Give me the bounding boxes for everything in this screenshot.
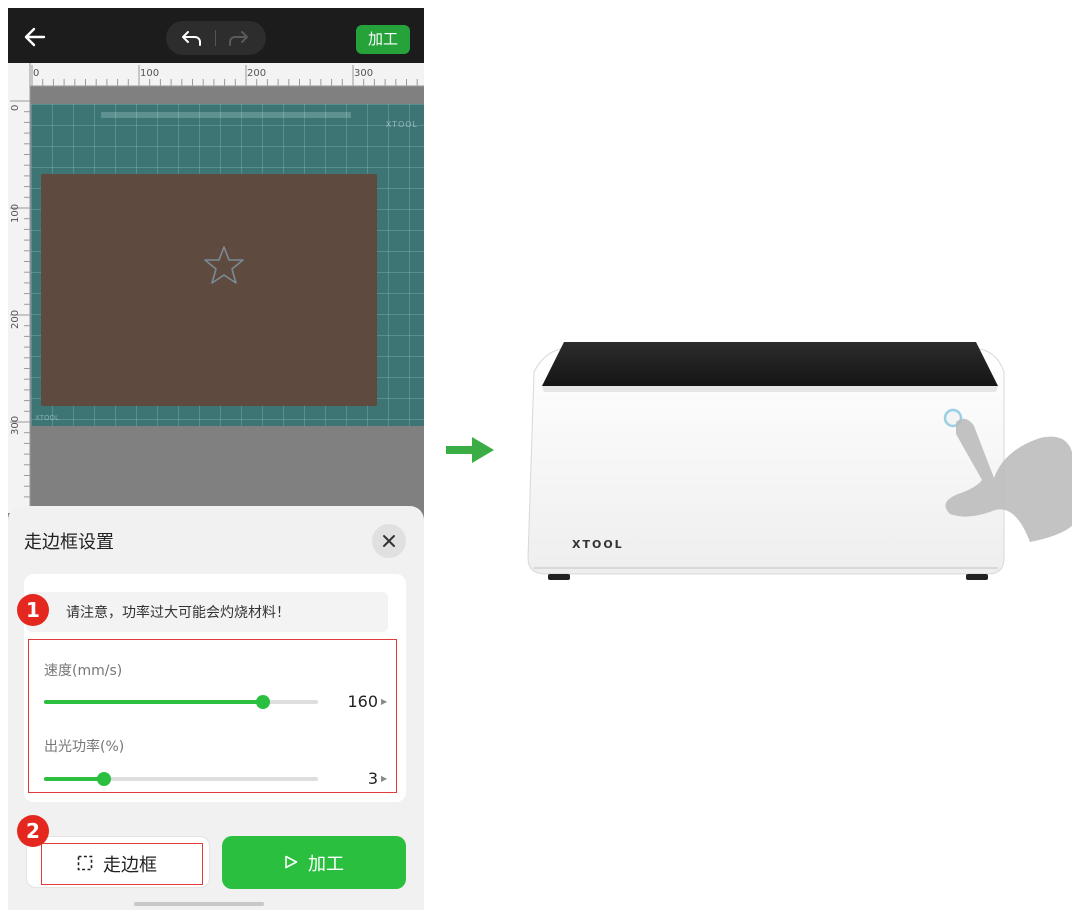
sheet-title: 走边框设置 (24, 532, 114, 553)
home-indicator (134, 902, 264, 906)
redo-button[interactable] (226, 28, 250, 48)
close-button[interactable] (372, 524, 406, 558)
ruler-left-200: 200 (10, 310, 21, 329)
ruler-top-100: 100 (140, 68, 159, 79)
process-button-label: 加工 (308, 854, 344, 875)
ruler-top-200: 200 (247, 68, 266, 79)
close-icon (383, 535, 395, 547)
ruler-top-0: 0 (33, 68, 39, 79)
bed-brand: XTOOL (385, 120, 418, 129)
top-bar: 加工 (8, 8, 424, 63)
process-top-button[interactable]: 加工 (356, 25, 410, 54)
undo-icon (182, 31, 201, 46)
redo-icon (229, 31, 248, 46)
warning-banner: 请注意，功率过大可能会灼烧材料！ (26, 592, 388, 632)
ruler-top-300: 300 (354, 68, 373, 79)
star-design-icon[interactable] (202, 244, 246, 288)
step-badge-1: 1 (17, 594, 49, 626)
back-button[interactable] (22, 24, 48, 50)
right-arrow-icon (446, 437, 494, 463)
divider (215, 30, 216, 46)
machine-brand: XTOOL (572, 538, 624, 551)
process-button[interactable]: 加工 (222, 836, 406, 889)
play-icon (285, 855, 298, 869)
warning-text: 请注意，功率过大可能会灼烧材料！ (66, 605, 290, 621)
step-badge-2: 2 (17, 815, 49, 847)
ruler-left-100: 100 (10, 204, 21, 223)
frame-button-label: 走边框 (103, 855, 157, 876)
laser-machine-illustration: XTOOL (527, 342, 1072, 580)
undo-button[interactable] (180, 28, 204, 48)
frame-settings-sheet: 走边框设置 请注意，功率过大可能会灼烧材料！ 速度(mm/s) 160 ▶ 出光… (8, 506, 424, 910)
ruler-left-0: 0 (10, 105, 21, 111)
bed-brand-small: XTOOL (35, 414, 59, 422)
ruler-left-300: 300 (10, 416, 21, 435)
highlight-box-settings (28, 639, 397, 793)
phone-screen: 加工 0 100 200 300 0 100 200 300 XTOOL XTO… (8, 8, 424, 910)
material-sheet[interactable] (41, 174, 377, 406)
back-arrow-icon (24, 27, 46, 47)
bed-band (101, 112, 351, 118)
frame-icon (77, 855, 93, 871)
frame-button[interactable]: 走边框 (26, 836, 210, 888)
undo-redo-group (166, 21, 266, 55)
